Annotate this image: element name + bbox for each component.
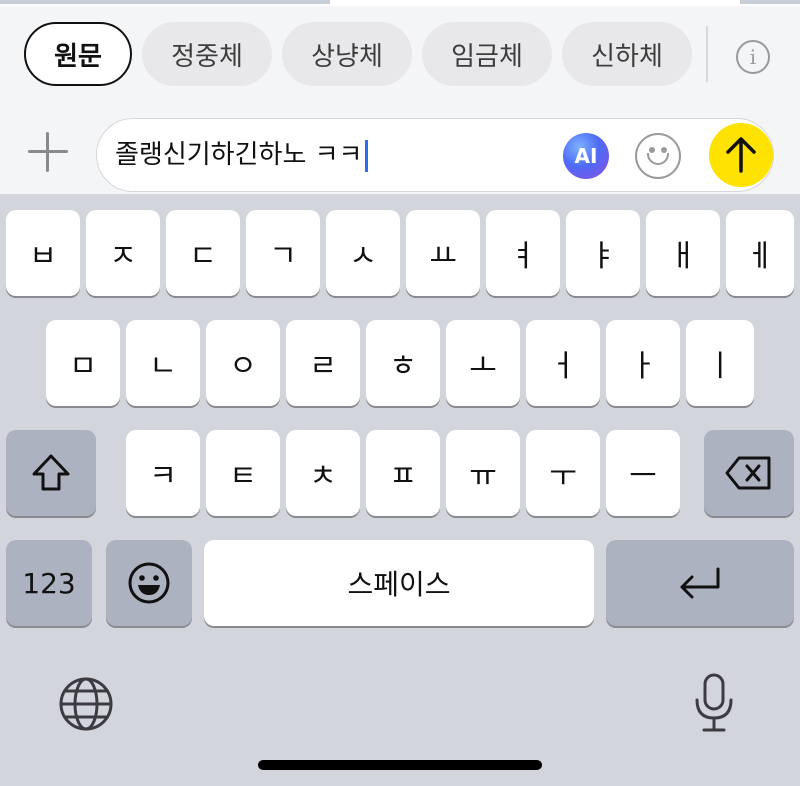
info-icon[interactable]: i (736, 40, 770, 74)
key-vowel[interactable]: ㅔ (726, 210, 794, 296)
key-consonant[interactable]: ㄴ (126, 320, 200, 406)
microphone-icon[interactable] (692, 672, 736, 734)
style-chip-king[interactable]: 임금체 (422, 22, 552, 86)
top-content-fragment (740, 0, 800, 4)
key-consonant[interactable]: ㅊ (286, 430, 360, 516)
key-vowel[interactable]: ㅣ (686, 320, 754, 406)
message-text: 졸랭신기하긴하노 ㅋㅋ (115, 137, 369, 173)
key-consonant[interactable]: ㅋ (126, 430, 200, 516)
style-chip-polite[interactable]: 정중체 (142, 22, 272, 86)
key-consonant[interactable]: ㅍ (366, 430, 440, 516)
style-chip-original[interactable]: 원문 (24, 22, 132, 86)
plus-icon[interactable] (28, 132, 68, 172)
top-content-fragment (0, 0, 330, 4)
key-vowel[interactable]: ㅡ (606, 430, 680, 516)
key-vowel[interactable]: ㅛ (406, 210, 480, 296)
emoji-key[interactable] (106, 540, 192, 626)
message-text-content: 졸랭신기하긴하노 ㅋㅋ (115, 140, 363, 170)
globe-icon[interactable] (58, 676, 114, 732)
key-consonant[interactable]: ㄹ (286, 320, 360, 406)
key-vowel[interactable]: ㅠ (446, 430, 520, 516)
key-consonant[interactable]: ㅎ (366, 320, 440, 406)
shift-key[interactable] (6, 430, 96, 516)
key-consonant[interactable]: ㅇ (206, 320, 280, 406)
key-consonant[interactable]: ㅂ (6, 210, 80, 296)
message-input[interactable]: 졸랭신기하긴하노 ㅋㅋ AI (96, 118, 774, 192)
send-button[interactable] (709, 123, 773, 187)
key-consonant[interactable]: ㅌ (206, 430, 280, 516)
text-caret (365, 139, 369, 172)
key-consonant[interactable]: ㄱ (246, 210, 320, 296)
numbers-key[interactable]: 123 (6, 540, 92, 626)
emoji-icon[interactable] (635, 133, 681, 179)
return-key[interactable] (606, 540, 794, 626)
backspace-key[interactable] (704, 430, 794, 516)
chip-divider (706, 26, 708, 82)
key-vowel[interactable]: ㅐ (646, 210, 720, 296)
key-vowel[interactable]: ㅕ (486, 210, 560, 296)
key-vowel[interactable]: ㅑ (566, 210, 640, 296)
key-consonant[interactable]: ㅅ (326, 210, 400, 296)
key-vowel[interactable]: ㅏ (606, 320, 680, 406)
backspace-icon (725, 456, 771, 490)
key-vowel[interactable]: ㅜ (526, 430, 600, 516)
key-consonant[interactable]: ㅈ (86, 210, 160, 296)
arrow-up-icon (726, 137, 756, 173)
style-chip-friendly[interactable]: 상냥체 (282, 22, 412, 86)
ai-icon[interactable]: AI (563, 133, 609, 179)
compose-panel: 원문 정중체 상냥체 임금체 신하체 i 졸랭신기하긴하노 ㅋㅋ AI (0, 6, 800, 194)
home-indicator[interactable] (258, 760, 542, 770)
key-vowel[interactable]: ㅓ (526, 320, 600, 406)
key-consonant[interactable]: ㅁ (46, 320, 120, 406)
emoji-mouth (647, 153, 669, 165)
key-consonant[interactable]: ㄷ (166, 210, 240, 296)
key-vowel[interactable]: ㅗ (446, 320, 520, 406)
space-key[interactable]: 스페이스 (204, 540, 594, 626)
shift-icon (32, 454, 70, 491)
return-icon (680, 567, 720, 599)
style-chip-servant[interactable]: 신하체 (562, 22, 692, 86)
emoji-icon (128, 562, 170, 604)
